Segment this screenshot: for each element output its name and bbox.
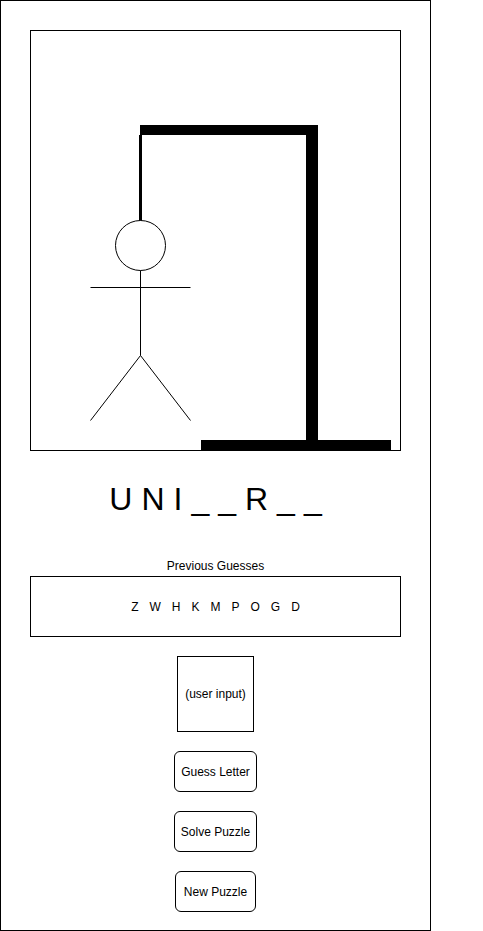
word-letter: N	[141, 481, 164, 518]
word-letter: _	[277, 481, 295, 518]
figure-legs	[91, 356, 191, 421]
guessed-letter: O	[251, 600, 260, 614]
gallows-rope	[139, 135, 142, 221]
previous-guesses-label: Previous Guesses	[167, 559, 264, 573]
game-window: UNI__R__Previous GuessesZWHKMPOGDGuess L…	[0, 0, 431, 931]
guessed-letter: K	[191, 600, 199, 614]
figure-body	[140, 271, 141, 356]
word-display: UNI__R__	[109, 481, 321, 518]
word-letter: R	[245, 481, 268, 518]
guessed-letter: W	[149, 600, 160, 614]
action-button[interactable]: Solve Puzzle	[174, 811, 257, 852]
gallows-post	[306, 125, 318, 441]
guessed-letter: M	[210, 600, 220, 614]
letter-input[interactable]	[177, 656, 254, 732]
action-button[interactable]: New Puzzle	[175, 871, 256, 912]
button-column: Guess Letter Solve Puzzle New Puzzle	[174, 751, 257, 912]
word-letter: U	[109, 481, 132, 518]
guessed-letter: G	[271, 600, 280, 614]
word-letter: _	[191, 481, 209, 518]
guessed-letter: P	[231, 600, 239, 614]
word-letter: _	[218, 481, 236, 518]
previous-guesses-box: ZWHKMPOGD	[30, 576, 401, 637]
figure-arms	[91, 287, 191, 288]
hangman-drawing	[31, 31, 400, 450]
action-button[interactable]: Guess Letter	[174, 751, 257, 792]
word-letter: I	[174, 481, 183, 518]
gallows-beam	[140, 125, 318, 135]
figure-head	[116, 221, 166, 271]
word-letter: _	[304, 481, 322, 518]
guessed-letter: Z	[131, 600, 138, 614]
gallows-base	[201, 440, 391, 450]
guessed-letter: H	[172, 600, 181, 614]
guessed-letter: D	[291, 600, 300, 614]
hangman-canvas	[30, 30, 401, 451]
